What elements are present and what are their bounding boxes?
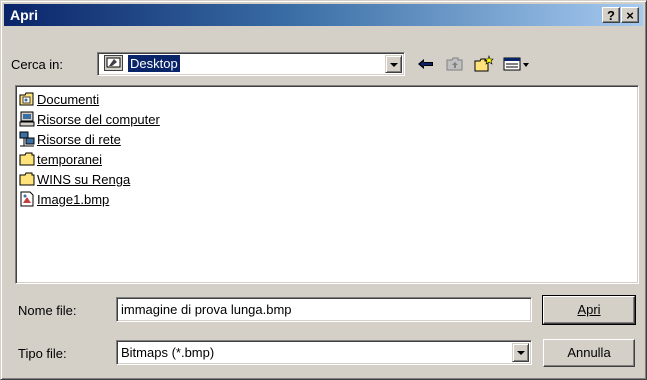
chevron-down-icon: [390, 63, 398, 67]
list-item[interactable]: Risorse di rete: [19, 129, 121, 149]
file-name: WINS su Renga: [37, 171, 131, 187]
filename-input[interactable]: immagine di prova lunga.bmp: [116, 297, 532, 322]
list-item[interactable]: Image1.bmp: [19, 189, 109, 209]
list-item[interactable]: Documenti: [19, 89, 99, 109]
open-dialog: Apri ? × Cerca in: Desktop Documenti Ris…: [0, 0, 647, 380]
cancel-button[interactable]: Annulla: [543, 339, 635, 367]
back-button[interactable]: [415, 54, 437, 74]
folder-icon: [19, 151, 35, 167]
file-name: Risorse del computer: [37, 111, 160, 127]
filetype-label: Tipo file:: [18, 346, 67, 361]
view-menu-button[interactable]: [502, 54, 532, 74]
desktop-icon: [104, 55, 124, 72]
window-title: Apri: [10, 7, 38, 23]
help-button[interactable]: ?: [602, 7, 620, 23]
up-folder-icon: [446, 57, 463, 71]
network-icon: [19, 131, 35, 147]
back-icon: [418, 59, 433, 69]
filetype-dropdown-button[interactable]: [512, 343, 529, 362]
file-list[interactable]: Documenti Risorse del computer Risorse d…: [15, 85, 639, 284]
my-computer-icon: [19, 111, 35, 127]
list-item[interactable]: WINS su Renga: [19, 169, 130, 189]
lookin-label: Cerca in:: [11, 57, 64, 72]
list-item[interactable]: temporanei: [19, 149, 102, 169]
filetype-value: Bitmaps (*.bmp): [121, 345, 215, 360]
open-button-label: Apri: [577, 302, 601, 317]
filetype-select[interactable]: Bitmaps (*.bmp): [116, 340, 532, 365]
file-name: temporanei: [37, 151, 103, 167]
filename-value: immagine di prova lunga.bmp: [121, 302, 292, 317]
lookin-combobox[interactable]: Desktop: [97, 52, 405, 76]
view-menu-icon: [503, 57, 529, 71]
my-documents-icon: [19, 91, 35, 107]
filename-label: Nome file:: [18, 303, 77, 318]
bitmap-file-icon: [19, 191, 35, 207]
chevron-down-icon: [517, 351, 525, 355]
file-name: Documenti: [37, 91, 100, 107]
lookin-dropdown-button[interactable]: [385, 55, 402, 73]
new-folder-button[interactable]: [473, 54, 495, 74]
open-button[interactable]: Apri: [542, 295, 636, 325]
folder-icon: [19, 171, 35, 187]
list-item[interactable]: Risorse del computer: [19, 109, 160, 129]
new-folder-icon: [474, 55, 494, 72]
lookin-value: Desktop: [127, 54, 181, 73]
close-button[interactable]: ×: [621, 7, 639, 23]
up-folder-button[interactable]: [444, 54, 466, 74]
file-name: Image1.bmp: [37, 191, 110, 207]
file-name: Risorse di rete: [37, 131, 121, 147]
title-bar: Apri ? ×: [4, 4, 643, 26]
